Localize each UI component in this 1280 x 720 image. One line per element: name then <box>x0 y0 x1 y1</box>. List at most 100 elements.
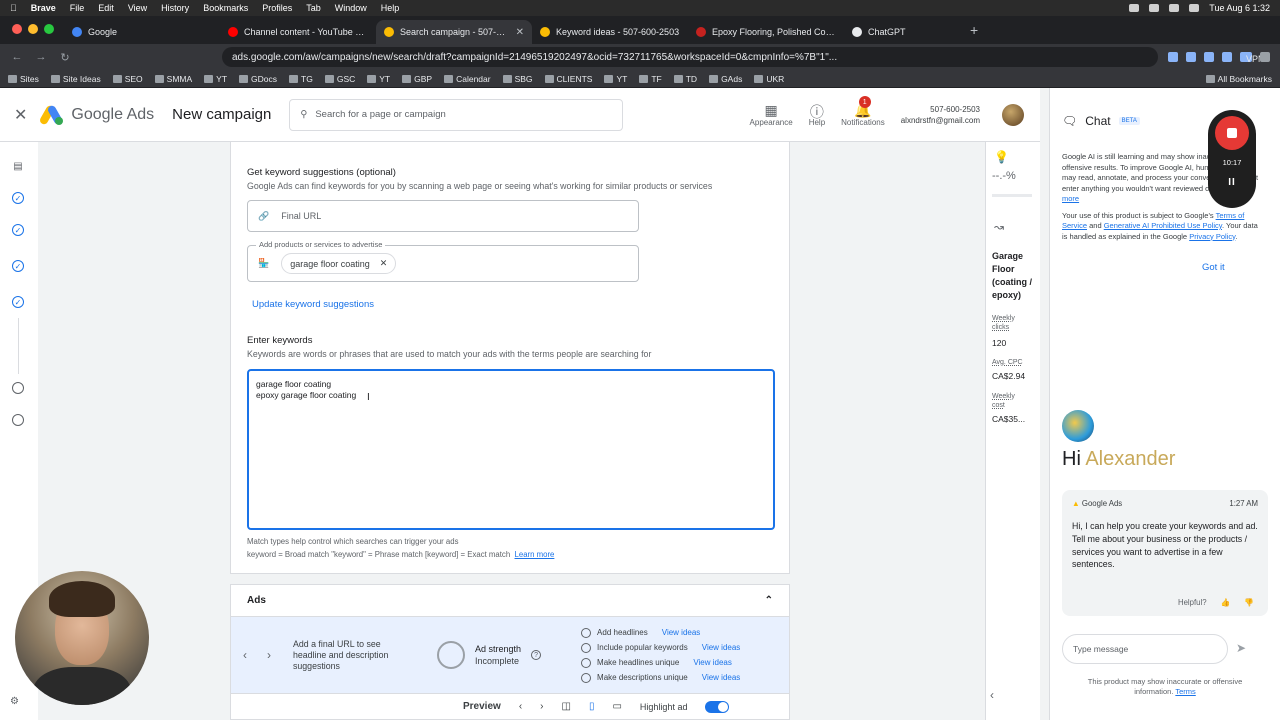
policy-link[interactable]: Generative AI Prohibited Use Policy <box>1104 221 1222 230</box>
tab-chatgpt[interactable]: ChatGPT <box>844 20 964 44</box>
close-tab-icon[interactable]: ✕ <box>516 27 524 38</box>
bookmark-td[interactable]: TD <box>673 74 697 84</box>
lightbulb-icon[interactable]: 💡 <box>994 150 1009 164</box>
chevron-up-icon[interactable]: ⌃ <box>765 595 773 606</box>
weekly-clicks-label[interactable]: Weekly clicks <box>992 314 1026 332</box>
bookmark-gsc[interactable]: GSC <box>324 74 355 84</box>
bookmark-smma[interactable]: SMMA <box>154 74 192 84</box>
keywords-textarea[interactable]: garage floor coating epoxy garage floor … <box>247 369 775 530</box>
chevron-left-icon[interactable]: ‹ <box>519 701 522 712</box>
menu-icon[interactable] <box>1260 52 1270 62</box>
bookmark-gads[interactable]: GAds <box>709 74 742 84</box>
bookmark-sites[interactable]: Sites <box>8 74 39 84</box>
bookmark-gbp[interactable]: GBP <box>402 74 432 84</box>
tab-google[interactable]: Google <box>64 20 220 44</box>
chevron-right-icon[interactable]: › <box>540 701 543 712</box>
step-check-icon[interactable]: ✓ <box>12 260 24 272</box>
bookmark-tg[interactable]: TG <box>289 74 313 84</box>
bookmark-yt[interactable]: YT <box>204 74 227 84</box>
tab-youtube-studio[interactable]: Channel content - YouTube Studio <box>220 20 376 44</box>
thumbs-down-icon[interactable]: 👎 <box>1244 598 1254 607</box>
chevron-right-icon[interactable]: › <box>267 648 271 662</box>
close-icon[interactable]: ✕ <box>14 105 27 125</box>
view-ideas-link[interactable]: View ideas <box>702 643 741 652</box>
bookmark-ukr[interactable]: UKR <box>754 74 784 84</box>
step-check-icon[interactable]: ✓ <box>12 296 24 308</box>
columns-icon[interactable]: ◫ <box>562 701 571 712</box>
url-field[interactable]: ads.google.com/aw/campaigns/new/search/d… <box>222 47 1158 67</box>
bookmark-tf[interactable]: TF <box>639 74 662 84</box>
tab-search-campaign[interactable]: Search campaign - 507-600-2503✕ <box>376 20 532 44</box>
forward-arrow-icon[interactable]: → <box>34 51 48 63</box>
extension-icon[interactable] <box>1168 52 1178 62</box>
update-suggestions-link[interactable]: Update keyword suggestions <box>252 299 374 310</box>
minimize-window-icon[interactable] <box>28 24 38 34</box>
menu-view[interactable]: View <box>128 3 147 13</box>
search-icon[interactable] <box>1169 4 1180 12</box>
got-it-button[interactable]: Got it <box>1202 262 1225 273</box>
menu-history[interactable]: History <box>161 3 189 13</box>
chevron-left-icon[interactable]: ‹ <box>243 648 247 662</box>
bookmark-seo[interactable]: SEO <box>112 74 143 84</box>
bookmark-sbg[interactable]: SBG <box>502 74 533 84</box>
menu-edit[interactable]: Edit <box>98 3 114 13</box>
weekly-cost-label[interactable]: Weekly cost <box>992 392 1026 410</box>
terms-link[interactable]: Terms <box>1175 687 1195 696</box>
step-check-icon[interactable]: ✓ <box>12 192 24 204</box>
notifications-button[interactable]: 🔔 1 Notifications <box>841 96 885 127</box>
trend-icon[interactable]: ↝ <box>994 220 1004 234</box>
bookmark-gdocs[interactable]: GDocs <box>239 74 277 84</box>
google-ads-logo[interactable]: Google Ads <box>38 103 154 126</box>
control-center-icon[interactable] <box>1189 4 1200 12</box>
bookmark-calendar[interactable]: Calendar <box>444 74 491 84</box>
clock[interactable]: Tue Aug 6 1:32 <box>1209 3 1270 13</box>
menu-help[interactable]: Help <box>381 3 400 13</box>
extension-icon[interactable] <box>1222 52 1232 62</box>
list-icon[interactable]: ▤ <box>12 160 24 172</box>
remove-chip-icon[interactable]: ✕ <box>380 258 388 269</box>
step-pending-icon[interactable] <box>12 414 24 426</box>
send-icon[interactable]: ➤ <box>1236 641 1246 655</box>
bookmark-site-ideas[interactable]: Site Ideas <box>50 74 101 84</box>
bookmark-clients[interactable]: CLIENTS <box>544 74 592 84</box>
ads-section-header[interactable]: Ads ⌃ <box>231 585 789 617</box>
menu-file[interactable]: File <box>70 3 85 13</box>
desktop-icon[interactable]: ▭ <box>612 701 621 712</box>
vpn-button[interactable]: VPN <box>1240 52 1265 64</box>
privacy-link[interactable]: Privacy Policy <box>1189 232 1235 241</box>
extension-icon[interactable] <box>1204 52 1214 62</box>
avg-cpc-label[interactable]: Avg. CPC <box>992 358 1023 367</box>
view-ideas-link[interactable]: View ideas <box>693 658 732 667</box>
extension-icon[interactable] <box>1186 52 1196 62</box>
menu-app[interactable]: Brave <box>31 3 56 13</box>
view-ideas-link[interactable]: View ideas <box>702 673 741 682</box>
tab-keyword-ideas[interactable]: Keyword ideas - 507-600-2503 <box>532 20 688 44</box>
menu-bookmarks[interactable]: Bookmarks <box>203 3 248 13</box>
highlight-ad-toggle[interactable] <box>705 700 730 713</box>
stop-recording-icon[interactable] <box>1215 116 1249 150</box>
final-url-field[interactable]: 🔗 Final URL <box>247 200 639 232</box>
help-icon[interactable]: ? <box>531 650 542 660</box>
new-tab-icon[interactable]: + <box>970 22 978 38</box>
menu-window[interactable]: Window <box>335 3 367 13</box>
pause-icon[interactable]: II <box>1228 177 1236 188</box>
search-input[interactable]: ⚲ Search for a page or campaign <box>289 98 624 131</box>
all-bookmarks[interactable]: All Bookmarks <box>1205 74 1272 84</box>
avatar[interactable] <box>1002 103 1024 126</box>
account-info[interactable]: 507-600-2503 alxndrstfn@gmail.com <box>901 104 980 126</box>
apple-menu-icon[interactable]:  <box>10 3 17 13</box>
chat-message-input[interactable]: Type message <box>1062 634 1228 664</box>
battery-icon[interactable] <box>1129 4 1140 12</box>
collapse-panel-icon[interactable]: ‹ <box>990 688 994 702</box>
view-ideas-link[interactable]: View ideas <box>662 628 701 637</box>
zoom-window-icon[interactable] <box>44 24 54 34</box>
product-chip[interactable]: garage floor coating ✕ <box>281 253 397 274</box>
reload-icon[interactable]: ↻ <box>58 51 72 64</box>
back-arrow-icon[interactable]: ← <box>10 51 24 63</box>
bookmark-yt-3[interactable]: YT <box>604 74 627 84</box>
menu-tab[interactable]: Tab <box>306 3 321 13</box>
menu-profiles[interactable]: Profiles <box>262 3 292 13</box>
step-pending-icon[interactable] <box>12 382 24 394</box>
wifi-icon[interactable] <box>1149 4 1160 12</box>
help-button[interactable]: ⓘ Help <box>809 102 825 127</box>
